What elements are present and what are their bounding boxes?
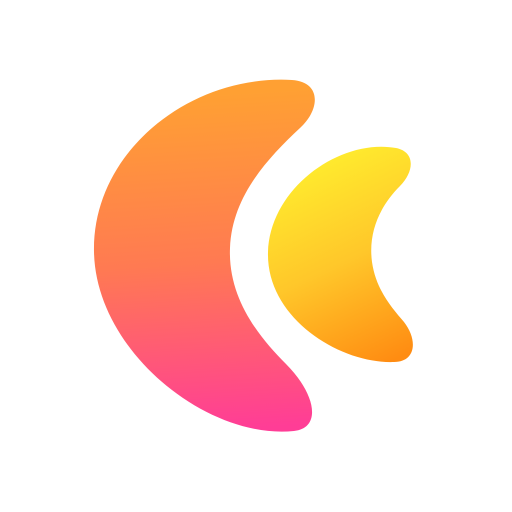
app-icon-canvas [0, 0, 512, 512]
small-crescent-icon [267, 146, 413, 363]
twin-crescent-logo-icon [93, 79, 413, 432]
